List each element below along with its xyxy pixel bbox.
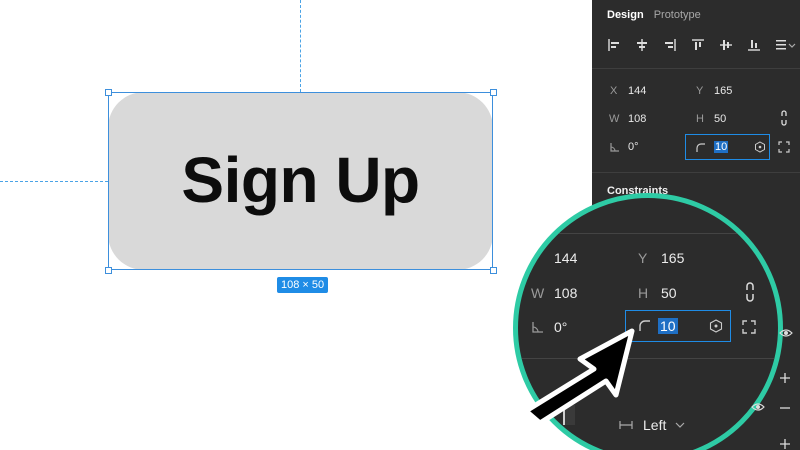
zoomed-width-value: 108 — [554, 285, 578, 301]
y-value-input[interactable]: 165 — [714, 85, 732, 97]
rotation-value-input[interactable]: 0° — [628, 141, 639, 153]
x-label: X — [610, 85, 618, 97]
visibility-eye-icon[interactable] — [751, 400, 765, 414]
independent-corners-toggle-icon[interactable] — [778, 141, 790, 153]
panel-tabs: Design Prototype — [607, 9, 701, 21]
zoomed-y-value: 165 — [661, 250, 685, 266]
add-icon[interactable] — [779, 372, 791, 384]
remove-icon[interactable] — [779, 402, 791, 414]
design-canvas[interactable]: Sign Up 108 × 50 — [0, 0, 592, 450]
zoomed-expand-corners-icon — [742, 320, 756, 334]
x-value-input[interactable]: 144 — [628, 85, 646, 97]
resize-handle-bottom-left[interactable] — [105, 267, 112, 274]
panel-divider — [592, 68, 800, 69]
resize-handle-bottom-right[interactable] — [490, 267, 497, 274]
horizontal-guide-line — [0, 181, 108, 182]
resize-handle-top-right[interactable] — [490, 89, 497, 96]
corner-radius-value: 10 — [714, 141, 729, 153]
zoomed-x-value: 144 — [554, 250, 578, 266]
align-center-horizontal-icon[interactable] — [635, 38, 649, 52]
resize-handle-top-left[interactable] — [105, 89, 112, 96]
zoomed-text-align-value: Left — [643, 417, 667, 433]
width-value-input[interactable]: 108 — [628, 113, 646, 125]
zoomed-height-value: 50 — [661, 285, 677, 301]
zoomed-constrain-proportions-icon — [746, 282, 754, 302]
w-label: W — [609, 113, 620, 125]
zoomed-independent-corners-icon — [709, 319, 723, 333]
rotation-icon — [610, 143, 619, 152]
distribute-icon[interactable] — [775, 38, 797, 52]
zoomed-y-label: Y — [638, 250, 648, 266]
constrain-proportions-icon[interactable] — [779, 110, 789, 126]
align-left-icon[interactable] — [607, 38, 621, 52]
alignment-toolbar — [607, 38, 797, 56]
h-label: H — [696, 113, 704, 125]
chevron-down-icon — [675, 422, 685, 428]
corner-radius-icon — [696, 143, 705, 152]
panel-divider — [592, 172, 800, 173]
zoomed-w-label: W — [531, 285, 545, 301]
magnifier-divider — [518, 233, 778, 234]
zoomed-corner-radius-input: 10 — [625, 310, 731, 342]
selection-outline — [108, 92, 493, 270]
vertical-guide-line — [300, 0, 301, 92]
corner-radius-input[interactable]: 10 — [685, 134, 770, 160]
add-icon[interactable] — [779, 438, 791, 450]
align-bottom-icon[interactable] — [747, 38, 761, 52]
height-value-input[interactable]: 50 — [714, 113, 726, 125]
align-center-vertical-icon[interactable] — [719, 38, 733, 52]
arrow-cursor-icon — [523, 328, 635, 425]
visibility-eye-icon[interactable] — [779, 326, 793, 340]
align-top-icon[interactable] — [691, 38, 705, 52]
size-badge: 108 × 50 — [277, 277, 329, 293]
zoomed-corner-radius-icon — [639, 320, 650, 331]
independent-corners-icon[interactable] — [754, 141, 766, 153]
zoomed-h-label: H — [638, 285, 649, 301]
align-right-icon[interactable] — [663, 38, 677, 52]
y-label: Y — [696, 85, 704, 97]
zoomed-corner-radius-value: 10 — [658, 318, 678, 334]
tab-design[interactable]: Design — [607, 9, 644, 21]
tab-prototype[interactable]: Prototype — [654, 9, 701, 21]
